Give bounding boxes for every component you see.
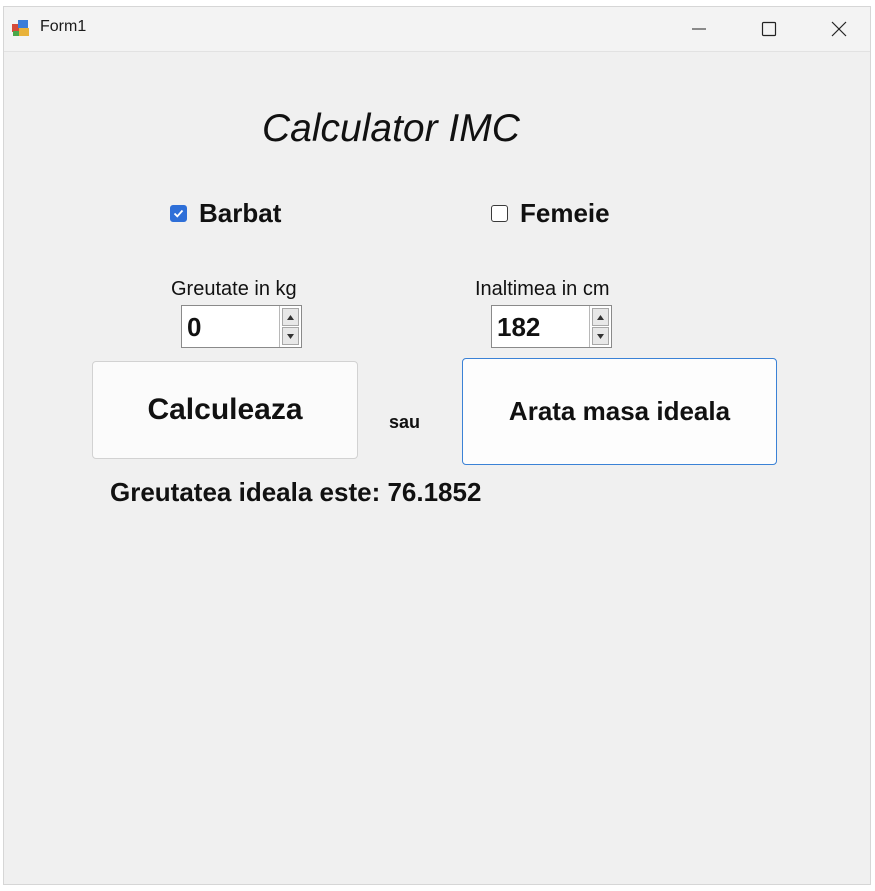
form-client-area: Calculator IMC Barbat Femeie Greutate in… <box>4 52 870 884</box>
close-button[interactable] <box>804 7 874 51</box>
weight-spinner[interactable] <box>279 306 301 347</box>
height-label: Inaltimea in cm <box>475 278 610 300</box>
checkbox-checked-icon[interactable] <box>170 205 187 222</box>
weight-numeric-input[interactable]: 0 <box>181 305 302 348</box>
spin-down-button[interactable] <box>282 327 299 345</box>
checkbox-femeie[interactable]: Femeie <box>491 198 610 229</box>
show-ideal-weight-button[interactable]: Arata masa ideala <box>462 358 777 465</box>
height-value[interactable]: 182 <box>497 312 540 343</box>
chevron-up-icon <box>597 314 604 320</box>
page-title: Calculator IMC <box>262 107 520 150</box>
spin-down-button[interactable] <box>592 327 609 345</box>
checkbox-barbat-label: Barbat <box>199 198 282 228</box>
maximize-icon <box>761 21 777 37</box>
chevron-up-icon <box>287 314 294 320</box>
minimize-button[interactable] <box>664 7 734 51</box>
checkbox-barbat[interactable]: Barbat <box>170 198 281 229</box>
height-spinner[interactable] <box>589 306 611 347</box>
app-window: Form1 Calculator IMC Barbat Femeie Greut… <box>3 6 871 885</box>
spin-up-button[interactable] <box>282 308 299 326</box>
close-icon <box>831 21 847 37</box>
or-label: sau <box>389 412 421 432</box>
height-numeric-input[interactable]: 182 <box>491 305 612 348</box>
result-text: Greutatea ideala este: 76.1852 <box>110 477 482 507</box>
chevron-down-icon <box>597 333 604 339</box>
spin-up-button[interactable] <box>592 308 609 326</box>
title-bar[interactable]: Form1 <box>4 7 870 52</box>
minimize-icon <box>692 28 706 30</box>
calculate-button[interactable]: Calculeaza <box>92 361 358 459</box>
maximize-button[interactable] <box>734 7 804 51</box>
checkbox-unchecked-icon[interactable] <box>491 205 508 222</box>
app-icon <box>12 19 30 37</box>
weight-value[interactable]: 0 <box>187 312 201 343</box>
window-title: Form1 <box>40 18 87 35</box>
checkbox-femeie-label: Femeie <box>520 198 610 228</box>
chevron-down-icon <box>287 333 294 339</box>
weight-label: Greutate in kg <box>171 278 297 300</box>
